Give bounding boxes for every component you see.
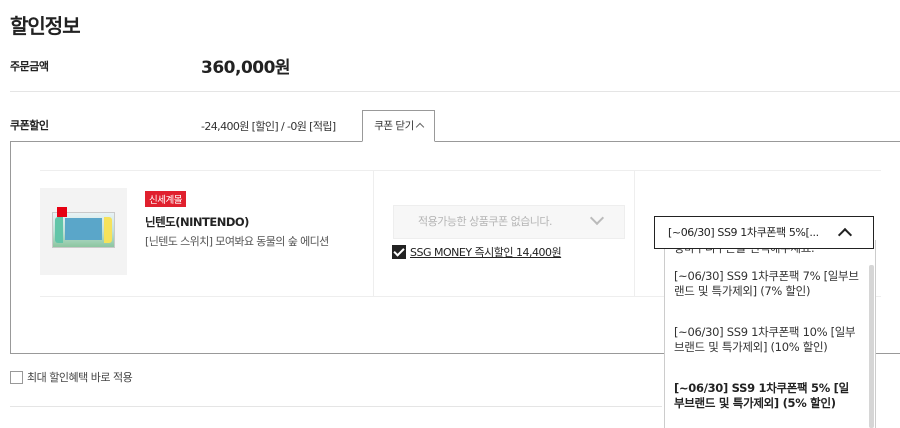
store-badge: 신세계몰: [145, 191, 186, 207]
nintendo-switch-icon: [52, 207, 115, 248]
apply-max-discount-option[interactable]: 최대 할인혜택 바로 적용: [10, 369, 133, 385]
coupon-discount-label: 쿠폰할인: [10, 119, 49, 132]
dropdown-option-selected[interactable]: [~06/30] SS9 1차쿠폰팩 5% [일부브랜드 및 특가제외] (5%…: [674, 381, 859, 411]
chevron-up-icon: [837, 227, 853, 243]
cart-coupon-dropdown-list[interactable]: 장바구니쿠폰을 선택해주세요. [~06/30] SS9 1차쿠폰팩 7% [일…: [664, 240, 876, 428]
ssg-money-label[interactable]: SSG MONEY 즉시할인 14,400원: [410, 246, 562, 259]
cart-coupon-select[interactable]: [~06/30] SS9 1차쿠폰팩 5%[...: [654, 216, 874, 249]
coupon-close-button[interactable]: 쿠폰 닫기: [362, 110, 435, 142]
product-coupon-placeholder: 적용가능한 상품쿠폰 없습니다.: [418, 215, 553, 228]
order-amount-label: 주문금액: [10, 60, 49, 73]
scrollbar[interactable]: [869, 265, 874, 428]
divider: [10, 406, 662, 407]
apply-max-checkbox[interactable]: [10, 370, 23, 384]
divider: [634, 171, 635, 297]
coupon-close-label: 쿠폰 닫기: [374, 120, 414, 132]
product-name[interactable]: [닌텐도 스위치] 모여봐요 동물의 숲 에디션: [145, 233, 329, 249]
chevron-down-icon: [589, 210, 605, 226]
apply-max-label: 최대 할인혜택 바로 적용: [27, 371, 133, 384]
cart-coupon-selected: [~06/30] SS9 1차쿠폰팩 5%[...: [668, 226, 819, 239]
product-brand[interactable]: 닌텐도(NINTENDO): [145, 214, 249, 230]
ssg-money-option[interactable]: SSG MONEY 즉시할인 14,400원: [392, 244, 562, 260]
divider: [373, 171, 374, 297]
coupon-discount-summary: -24,400원 [할인] / -0원 [적립]: [201, 120, 336, 133]
divider: [40, 170, 881, 171]
product-coupon-select: 적용가능한 상품쿠폰 없습니다.: [393, 205, 625, 239]
order-amount-value: 360,000원: [201, 58, 291, 78]
dropdown-option[interactable]: [~06/30] SS9 1차쿠폰팩 10% [일부브랜드 및 특가제외] (1…: [674, 325, 859, 355]
product-image[interactable]: [40, 188, 127, 275]
divider: [10, 91, 900, 92]
dropdown-option[interactable]: [~06/30] SS9 1차쿠폰팩 7% [일부브랜드 및 특가제외] (7%…: [674, 269, 859, 299]
section-title: 할인정보: [10, 14, 81, 38]
ssg-money-checkbox[interactable]: [392, 245, 406, 259]
chevron-up-icon: [415, 122, 424, 132]
